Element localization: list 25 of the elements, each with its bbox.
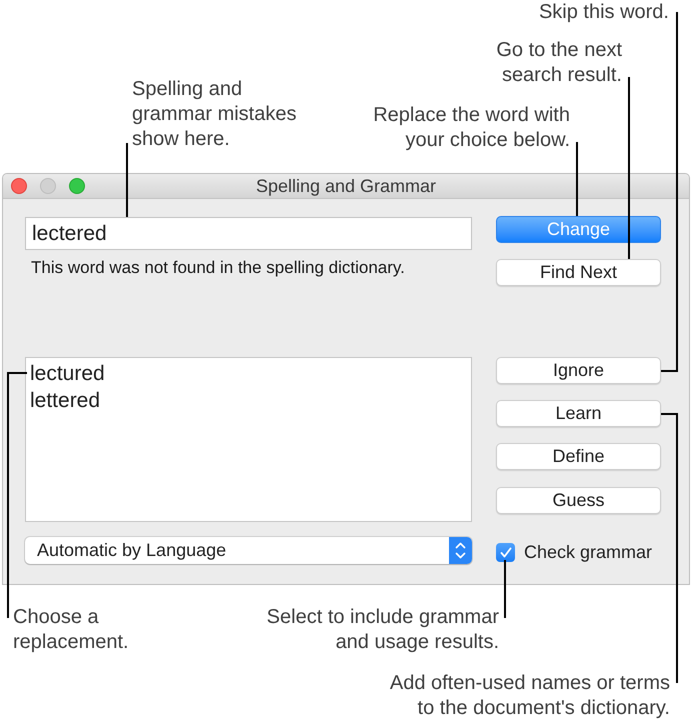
callout-text: Skip this word. bbox=[538, 0, 669, 25]
suggestion-item[interactable]: lectured bbox=[26, 360, 471, 387]
close-icon[interactable] bbox=[11, 178, 27, 194]
ignore-button[interactable]: Ignore bbox=[496, 357, 661, 384]
window-title: Spelling and Grammar bbox=[256, 175, 436, 197]
suggestion-item[interactable]: lettered bbox=[26, 387, 471, 414]
learn-button[interactable]: Learn bbox=[496, 400, 661, 427]
misspelled-word-field[interactable]: lectered bbox=[25, 217, 472, 250]
status-message: This word was not found in the spelling dictionary. bbox=[30, 257, 406, 279]
stepper-icon bbox=[449, 537, 472, 564]
callout-text: Replace the word with your choice below. bbox=[373, 103, 570, 153]
checkmark-icon bbox=[500, 546, 512, 558]
maximize-icon[interactable] bbox=[69, 178, 85, 194]
define-button[interactable]: Define bbox=[496, 443, 661, 470]
checkbox-label[interactable]: Check grammar bbox=[524, 541, 652, 563]
leader-line bbox=[504, 560, 506, 618]
checkbox[interactable] bbox=[496, 542, 515, 562]
language-dropdown[interactable]: Automatic by Language bbox=[25, 537, 472, 564]
callout-text: Add often-used names or terms to the document's dictionary. bbox=[390, 671, 670, 721]
guess-button[interactable]: Guess bbox=[496, 487, 661, 514]
find-next-button[interactable]: Find Next bbox=[496, 259, 661, 286]
callout-text: Choose a replacement. bbox=[13, 605, 129, 655]
callout-text: Select to include grammar and usage results. bbox=[266, 605, 499, 655]
callout-text: Go to the next search result. bbox=[496, 38, 622, 88]
callout-text: Spelling and grammar mistakes show here. bbox=[132, 77, 296, 152]
